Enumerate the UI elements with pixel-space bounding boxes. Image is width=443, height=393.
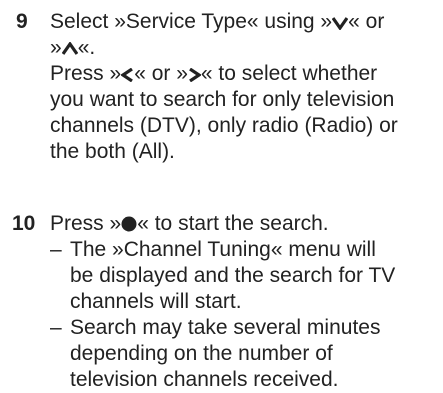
step-10-text: Press » « to start the search. – The »Cha… [50, 211, 437, 393]
step-number: 10 [12, 212, 36, 235]
text-fragment: Press » [50, 62, 122, 85]
text-fragment: «. [77, 36, 96, 59]
bullet-item: – Search may take several minutes depend… [50, 315, 437, 393]
text-fragment: Select »Service Type« using » [50, 10, 333, 33]
step-9-text: Select »Service Type« using » « or » «. Pr… [50, 9, 437, 165]
bullet-line: depending on the number of [70, 342, 333, 365]
chevron-up-icon [61, 42, 78, 55]
bullet-dash: – [50, 238, 62, 261]
bullet-dash: – [50, 316, 62, 339]
chevron-left-icon [121, 68, 134, 82]
step-9-line-5: channels (DTV), only radio (Radio) or [50, 114, 398, 137]
chevron-down-icon [332, 17, 349, 30]
bullet-item: – The »Channel Tuning« menu will be disp… [50, 237, 437, 315]
step-9-line-4: you want to search for only television [50, 88, 395, 111]
instruction-page: { "step9": { "number": "9", "line1_a": "… [0, 0, 443, 391]
text-fragment: « to start the search. [137, 212, 329, 235]
step-number: 9 [16, 10, 28, 33]
ok-button-icon [121, 216, 137, 232]
text-fragment: « to select whether [200, 62, 378, 85]
text-fragment: « or » [134, 62, 188, 85]
chevron-right-icon [189, 68, 201, 82]
step-9: 9 Select »Service Type« using » « or » «. … [12, 9, 437, 165]
step-10-line-1: Press » « to start the search. [50, 211, 437, 237]
text-fragment: Press » [50, 212, 122, 235]
text-fragment: » [50, 36, 62, 59]
step-10: 10 Press » « to start the search. – The »… [12, 211, 437, 393]
bullet-line: The »Channel Tuning« menu will [70, 238, 376, 261]
step-9-line-6: the both (All). [50, 140, 175, 163]
step-9-line-2: » «. [50, 35, 437, 61]
text-fragment: « or [348, 10, 385, 33]
bullet-line: Search may take several minutes [70, 316, 381, 339]
bullet-line: channels will start. [70, 290, 242, 313]
step-9-line-3: Press » « or » « to select whether [50, 61, 437, 87]
bullet-line: be displayed and the search for TV [70, 264, 396, 287]
step-9-line-1: Select »Service Type« using » « or [50, 9, 437, 35]
bullet-line: television channels received. [70, 368, 339, 391]
